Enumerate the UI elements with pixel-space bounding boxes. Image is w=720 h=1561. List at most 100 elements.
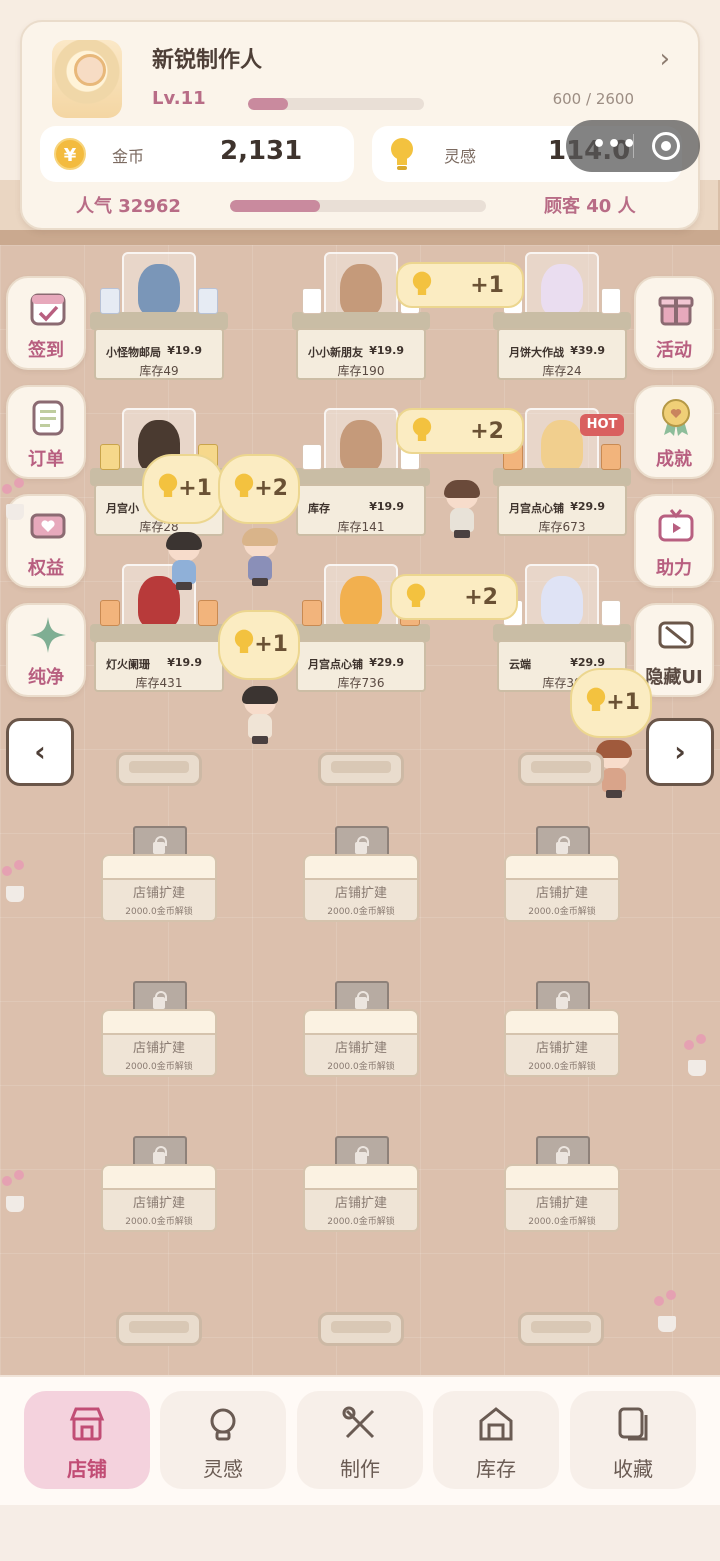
inspiration-bubble[interactable]: +1 bbox=[396, 262, 524, 308]
locked-shelf-slot[interactable]: 店铺扩建 2000.0金币解锁 bbox=[303, 1136, 419, 1236]
product-price: ¥19.9 bbox=[369, 500, 404, 513]
tab-inventory-label: 库存 bbox=[476, 1457, 516, 1481]
lightbulb-icon bbox=[412, 417, 432, 441]
tab-collection-label: 收藏 bbox=[613, 1457, 653, 1481]
inspiration-bubble[interactable]: +2 bbox=[390, 574, 518, 620]
tv-icon bbox=[658, 509, 694, 542]
potted-plant bbox=[682, 1034, 712, 1078]
blind-box bbox=[302, 444, 322, 470]
inspiration-bubble[interactable]: +1 bbox=[218, 610, 300, 680]
figure-doll bbox=[340, 420, 382, 472]
figure-doll bbox=[541, 264, 583, 316]
inspiration-bubble[interactable]: +2 bbox=[396, 408, 524, 454]
coins-label: 金币 bbox=[112, 147, 145, 166]
benefits-label: 权益 bbox=[28, 558, 64, 579]
tab-shop-label: 店铺 bbox=[67, 1457, 107, 1481]
product-price: ¥39.9 bbox=[570, 344, 605, 357]
product-stock: 库存190 bbox=[337, 364, 385, 378]
product-name: 月宫点心铺 bbox=[308, 658, 363, 671]
shelf-lanterns[interactable]: 灯火阑珊 ¥19.9 库存431 bbox=[90, 564, 228, 694]
blind-box bbox=[100, 600, 120, 626]
expand-title: 店铺扩建 bbox=[334, 1041, 387, 1056]
medal-icon bbox=[662, 399, 690, 436]
chevron-right-icon[interactable]: › bbox=[660, 44, 670, 74]
blind-box bbox=[198, 600, 218, 626]
expand-title: 店铺扩建 bbox=[334, 1196, 387, 1211]
lock-icon bbox=[153, 836, 167, 854]
tab-collection[interactable]: 收藏 bbox=[570, 1391, 696, 1489]
figure-doll bbox=[340, 264, 382, 316]
blind-box bbox=[601, 444, 621, 470]
store-icon bbox=[69, 1407, 105, 1441]
orders-button[interactable]: 订单 bbox=[6, 385, 86, 479]
achievements-button[interactable]: 成就 bbox=[634, 385, 714, 479]
lightbulb-icon bbox=[234, 473, 254, 497]
locked-shelf-slot[interactable]: 店铺扩建 2000.0金币解锁 bbox=[504, 1136, 620, 1236]
player-level: Lv.11 bbox=[152, 88, 206, 109]
lock-icon bbox=[355, 836, 369, 854]
locked-shelf-slot[interactable]: 店铺扩建 2000.0金币解锁 bbox=[101, 1136, 217, 1236]
product-stock: 库存736 bbox=[337, 676, 385, 690]
lightbulb-icon bbox=[406, 583, 426, 607]
inspiration-bubble[interactable]: +2 bbox=[218, 454, 300, 524]
boost-button[interactable]: 助力 bbox=[634, 494, 714, 588]
lock-icon bbox=[556, 1146, 570, 1164]
inspiration-label: 灵感 bbox=[444, 147, 477, 166]
lock-icon bbox=[355, 991, 369, 1009]
bench bbox=[116, 1312, 202, 1346]
bubble-value: +1 bbox=[606, 690, 640, 715]
bubble-value: +2 bbox=[254, 476, 288, 501]
order-list-icon bbox=[32, 400, 64, 436]
tab-bar: 店铺 灵感 制作 库存 收藏 bbox=[0, 1375, 720, 1505]
blind-box bbox=[601, 288, 621, 314]
tab-craft[interactable]: 制作 bbox=[297, 1391, 423, 1489]
bubble-value: +2 bbox=[470, 419, 504, 444]
close-target-icon[interactable] bbox=[652, 132, 680, 160]
more-dots-icon[interactable]: ••• bbox=[592, 132, 637, 157]
blind-box bbox=[100, 288, 120, 314]
player-avatar[interactable] bbox=[52, 40, 122, 118]
product-name: 月宫小 bbox=[106, 502, 139, 515]
lightbulb-icon bbox=[234, 629, 254, 653]
mini-program-capsule[interactable]: ••• bbox=[566, 120, 700, 172]
expand-title: 店铺扩建 bbox=[535, 886, 588, 901]
unlock-cost: 2000.0金币解锁 bbox=[528, 1217, 596, 1227]
locked-shelf-slot[interactable]: 店铺扩建 2000.0金币解锁 bbox=[504, 981, 620, 1081]
lock-icon bbox=[556, 836, 570, 854]
expand-title: 店铺扩建 bbox=[132, 1196, 185, 1211]
locked-shelf-slot[interactable]: 店铺扩建 2000.0金币解锁 bbox=[101, 826, 217, 926]
tab-inspiration[interactable]: 灵感 bbox=[160, 1391, 286, 1489]
events-button[interactable]: 活动 bbox=[634, 276, 714, 370]
bubble-value: +1 bbox=[178, 476, 212, 501]
boost-label: 助力 bbox=[656, 558, 692, 579]
popularity-progress-bar bbox=[230, 200, 486, 212]
prev-floor-button[interactable]: ‹ bbox=[6, 718, 74, 786]
tab-shop[interactable]: 店铺 bbox=[24, 1391, 150, 1489]
inspiration-bubble[interactable]: +1 bbox=[142, 454, 224, 524]
shop-name: 新锐制作人 bbox=[152, 48, 263, 73]
locked-shelf-slot[interactable]: 店铺扩建 2000.0金币解锁 bbox=[303, 826, 419, 926]
figure-doll bbox=[340, 576, 382, 628]
product-name: 月饼大作战 bbox=[509, 346, 564, 359]
customer bbox=[242, 528, 278, 586]
bottom-navigation: 店铺 灵感 制作 库存 收藏 bbox=[0, 1375, 720, 1561]
customer-count: 顾客 40 人 bbox=[544, 196, 636, 217]
unlock-cost: 2000.0金币解锁 bbox=[528, 907, 596, 917]
locked-shelf-slot[interactable]: 店铺扩建 2000.0金币解锁 bbox=[303, 981, 419, 1081]
product-name: 小小新朋友 bbox=[308, 346, 363, 359]
product-stock: 库存141 bbox=[337, 520, 385, 534]
blind-box bbox=[100, 444, 120, 470]
bench bbox=[318, 1312, 404, 1346]
shelf-monster-post[interactable]: 小怪物邮局 ¥19.9 库存49 bbox=[90, 252, 228, 382]
locked-shelf-slot[interactable]: 店铺扩建 2000.0金币解锁 bbox=[504, 826, 620, 926]
product-name: 云端 bbox=[509, 658, 531, 671]
checkin-button[interactable]: 签到 bbox=[6, 276, 86, 370]
locked-shelf-slot[interactable]: 店铺扩建 2000.0金币解锁 bbox=[101, 981, 217, 1081]
inspiration-bubble[interactable]: +1 bbox=[570, 668, 652, 738]
pure-mode-button[interactable]: 纯净 bbox=[6, 603, 86, 697]
lock-icon bbox=[556, 991, 570, 1009]
next-floor-button[interactable]: › bbox=[646, 718, 714, 786]
potted-plant bbox=[652, 1290, 682, 1334]
tab-inventory[interactable]: 库存 bbox=[433, 1391, 559, 1489]
sparkle-icon bbox=[30, 617, 66, 653]
